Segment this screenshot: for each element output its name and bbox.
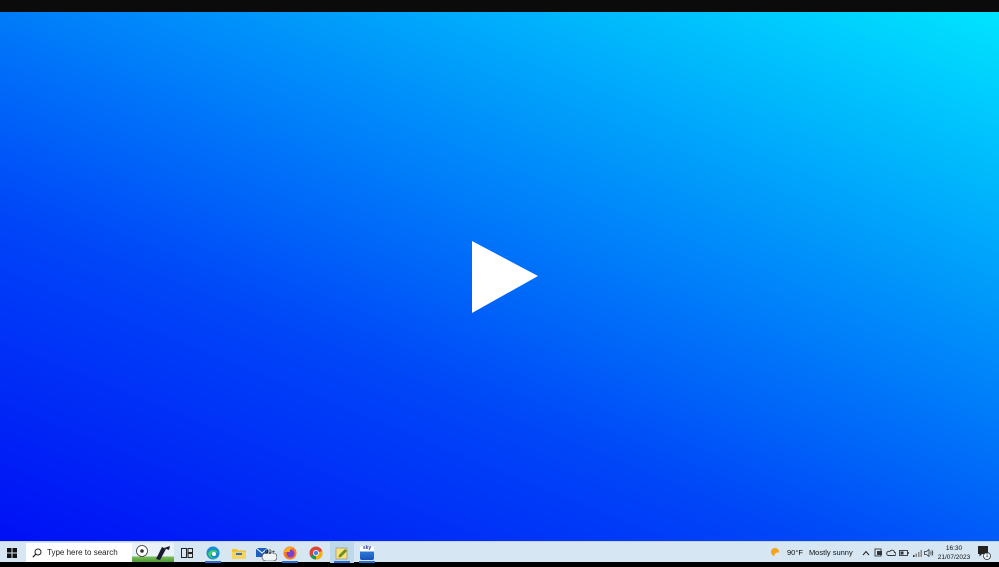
- start-button[interactable]: [0, 542, 24, 563]
- top-black-bar: [0, 0, 999, 12]
- mail-button[interactable]: 99+: [253, 542, 277, 563]
- chevron-up-icon: [862, 550, 870, 555]
- onedrive-button[interactable]: [885, 542, 897, 563]
- windows-logo-icon: [7, 547, 17, 558]
- weather-condition: Mostly sunny: [808, 548, 853, 557]
- football-icon: [136, 545, 170, 560]
- edge-button[interactable]: [201, 542, 225, 563]
- firefox-button[interactable]: [278, 542, 302, 563]
- taskbar: Type here to search 99+ sky 90°F Mostly …: [0, 541, 999, 563]
- search-icon: [32, 548, 42, 558]
- search-box[interactable]: Type here to search: [26, 543, 174, 562]
- firefox-icon: [283, 546, 297, 559]
- notification-center-button[interactable]: 1: [977, 545, 991, 560]
- edge-icon: [206, 546, 220, 559]
- network-button[interactable]: [911, 542, 923, 563]
- battery-button[interactable]: [898, 542, 910, 563]
- battery-icon: [899, 549, 909, 556]
- search-highlight-image: [132, 543, 174, 562]
- video-player[interactable]: [0, 12, 999, 541]
- chrome-button[interactable]: [304, 542, 328, 563]
- notification-count: 1: [985, 552, 989, 559]
- tray-app-icon-button[interactable]: [872, 542, 884, 563]
- play-icon[interactable]: [472, 241, 538, 313]
- sun-cloud-icon: [771, 548, 782, 558]
- sky-label: sky: [362, 544, 372, 551]
- chrome-icon: [309, 546, 323, 559]
- weather-widget[interactable]: 90°F Mostly sunny: [770, 542, 853, 563]
- clock-date: 21/07/2023: [937, 554, 971, 561]
- show-hidden-icons-button[interactable]: [860, 542, 872, 563]
- clock-time: 16:30: [945, 545, 963, 552]
- file-explorer-button[interactable]: [227, 542, 251, 563]
- notes-app-button[interactable]: [330, 542, 354, 563]
- search-placeholder: Type here to search: [47, 548, 118, 557]
- notes-app-icon: [335, 547, 348, 559]
- cloud-icon: [886, 549, 896, 556]
- speaker-icon: [924, 548, 934, 557]
- network-icon: [912, 549, 922, 557]
- mail-badge: 99+: [264, 550, 276, 556]
- task-view-button[interactable]: [175, 542, 199, 563]
- sky-app-button[interactable]: sky: [355, 542, 379, 563]
- clock[interactable]: 16:30 21/07/2023: [934, 544, 974, 562]
- file-explorer-icon: [232, 548, 246, 559]
- task-view-icon: [181, 547, 193, 558]
- tray-app-icon: [874, 548, 882, 557]
- weather-temperature: 90°F: [787, 548, 803, 557]
- sky-app-icon: sky: [360, 544, 374, 560]
